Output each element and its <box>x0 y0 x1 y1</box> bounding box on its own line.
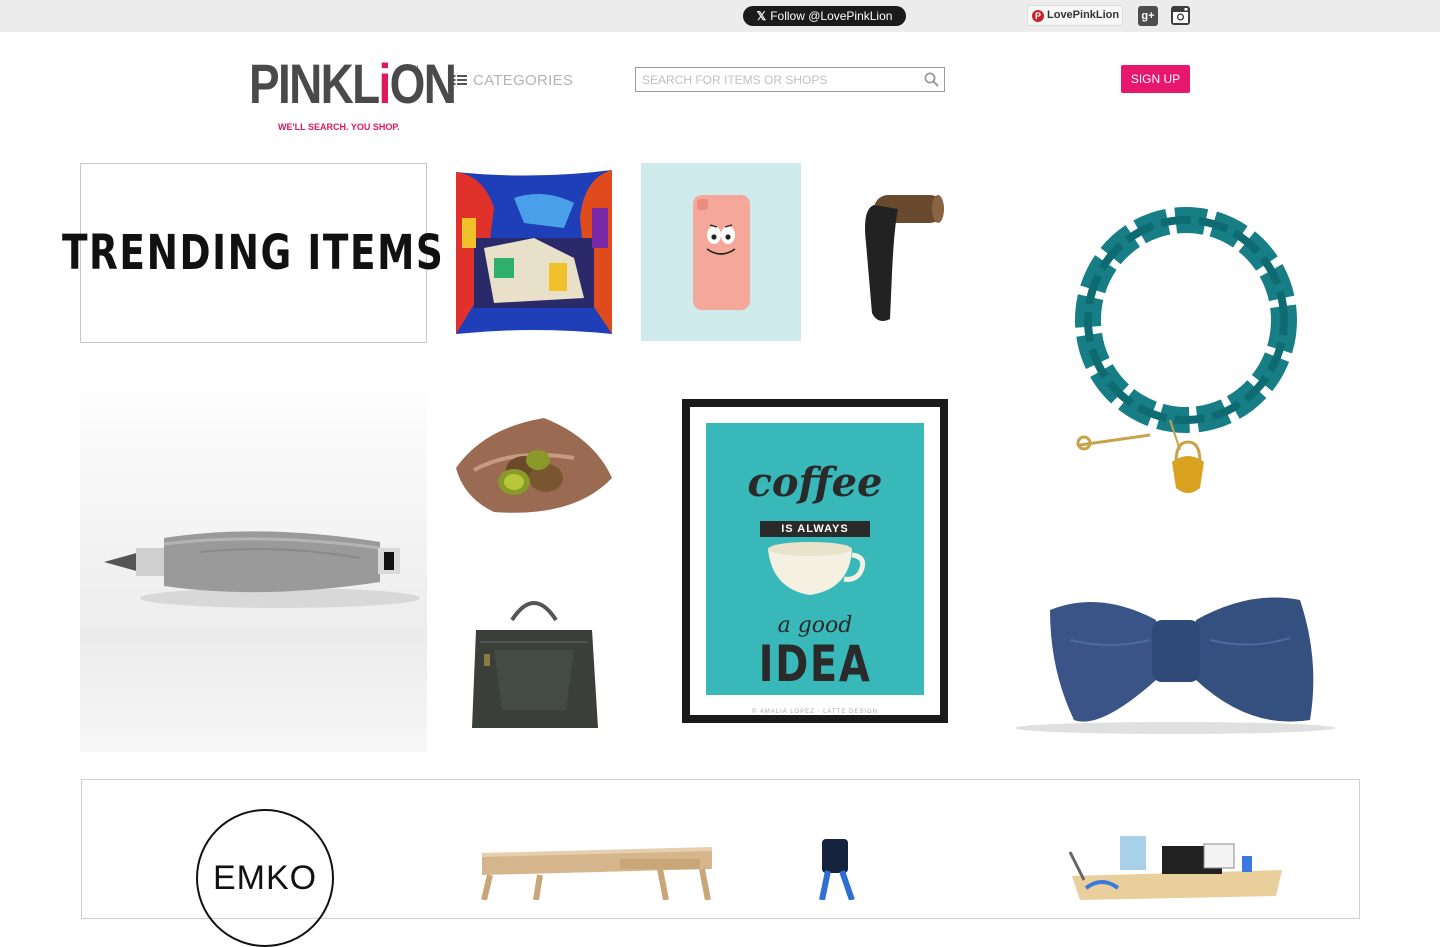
twitter-follow-button[interactable]: 𝕏 Follow @LovePinkLion <box>743 6 906 26</box>
logo-tagline: WE'LL SEARCH. YOU SHOP. <box>278 122 400 132</box>
emko-logo-text: EMKO <box>212 859 318 897</box>
search-icon[interactable] <box>924 72 939 87</box>
poster-line-is-always: IS ALWAYS <box>760 521 870 537</box>
top-social-bar: 𝕏 Follow @LovePinkLion P LovePinkLion g+ <box>0 0 1440 32</box>
pinklion-logo[interactable]: PINKLiON ™ WE'LL SEARCH. YOU SHOP. <box>249 52 457 134</box>
poster-line-idea: IDEA <box>758 635 872 693</box>
blue-stand-image[interactable] <box>810 835 870 900</box>
pillow-image[interactable] <box>454 168 614 336</box>
fruit-bowl-image[interactable] <box>454 408 614 526</box>
categories-label: CATEGORIES <box>473 71 574 89</box>
logo-wordmark: PINKLiON <box>249 52 457 115</box>
pencil-image[interactable] <box>80 368 427 752</box>
pinterest-follow-button[interactable]: P LovePinkLion <box>1027 5 1123 26</box>
wooden-desk-image[interactable] <box>470 835 720 900</box>
trending-items-banner: TRENDING ITEMS <box>62 163 443 343</box>
list-icon <box>453 75 467 85</box>
wall-hook-image[interactable] <box>828 163 978 341</box>
logo-trademark: ™ <box>411 64 419 73</box>
search-input[interactable] <box>636 68 916 91</box>
categories-menu[interactable]: CATEGORIES <box>453 70 573 90</box>
poster-credit: © AMALIA LOPEZ · LATTE DESIGN <box>751 709 878 715</box>
pinterest-icon: P <box>1032 10 1044 22</box>
search-box <box>635 67 945 92</box>
bow-tie-image[interactable] <box>1010 580 1340 740</box>
poster-image[interactable]: coffee IS ALWAYS a good IDEA © AMALIA LO… <box>682 399 948 723</box>
twitter-follow-label: Follow @LovePinkLion <box>770 9 893 23</box>
poster-line-coffee: coffee <box>747 459 883 506</box>
sign-up-button[interactable]: SIGN UP <box>1121 65 1190 93</box>
google-plus-icon[interactable]: g+ <box>1138 6 1158 26</box>
desk-organizer-image[interactable] <box>1062 832 1292 900</box>
bracelet-image[interactable] <box>1030 180 1340 520</box>
site-header: PINKLiON ™ WE'LL SEARCH. YOU SHOP. CATEG… <box>0 32 1440 152</box>
handbag-image[interactable] <box>454 590 614 740</box>
x-logo-icon: 𝕏 <box>756 9 767 23</box>
phone-case-image[interactable] <box>641 163 801 341</box>
pinterest-follow-label: LovePinkLion <box>1047 9 1120 21</box>
instagram-icon[interactable] <box>1170 5 1191 26</box>
emko-shop-logo[interactable]: EMKO <box>196 809 334 947</box>
trending-heading: TRENDING ITEMS <box>62 225 445 281</box>
